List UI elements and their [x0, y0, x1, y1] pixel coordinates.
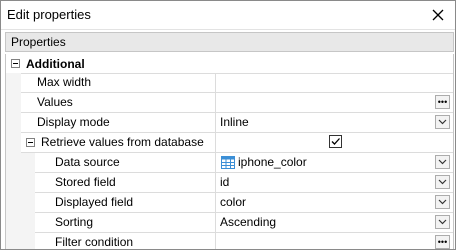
sorting-dropdown-button[interactable]: [435, 215, 450, 229]
chevron-down-icon: [438, 119, 447, 125]
property-row-sorting[interactable]: Sorting Ascending: [6, 213, 453, 233]
chevron-down-icon: [438, 219, 447, 225]
properties-header-label: Properties: [11, 35, 66, 49]
ellipsis-icon: •••: [437, 237, 448, 247]
property-name: Stored field: [21, 173, 216, 192]
title-bar: Edit properties: [1, 1, 455, 29]
display-mode-select[interactable]: Inline: [217, 113, 453, 132]
chevron-down-icon: [438, 159, 447, 165]
property-name: Display mode: [21, 113, 216, 132]
property-name-subgroup[interactable]: Retrieve values from database: [21, 133, 216, 152]
close-button[interactable]: [421, 1, 455, 29]
property-row-display-mode[interactable]: Display mode Inline: [6, 113, 453, 133]
title-separator: [1, 29, 455, 30]
filter-condition-field[interactable]: •••: [217, 233, 453, 249]
retrieve-values-checkbox[interactable]: [329, 135, 342, 148]
property-value: Inline: [220, 115, 249, 129]
values-field[interactable]: •••: [217, 93, 453, 112]
data-source-dropdown-button[interactable]: [435, 155, 450, 169]
property-row-values[interactable]: Values •••: [6, 93, 453, 113]
close-icon: [432, 9, 444, 21]
property-row-stored-field[interactable]: Stored field id: [6, 173, 453, 193]
edit-properties-dialog: Edit properties Properties Additional Ma…: [0, 0, 456, 250]
property-grid: Additional Max width Values ••• Display …: [5, 54, 454, 249]
property-value: Ascending: [220, 215, 277, 229]
checkbox-checked-icon: [331, 138, 340, 145]
property-value: color: [220, 195, 247, 209]
properties-header: Properties: [5, 32, 454, 52]
display-mode-dropdown-button[interactable]: [435, 115, 450, 129]
group-additional[interactable]: Additional: [6, 54, 453, 74]
stored-field-select[interactable]: id: [217, 173, 453, 192]
sorting-select[interactable]: Ascending: [217, 213, 453, 232]
max-width-input[interactable]: [217, 73, 453, 92]
property-value: iphone_color: [238, 155, 307, 169]
collapse-toggle-icon[interactable]: [26, 138, 35, 147]
displayed-field-dropdown-button[interactable]: [435, 195, 450, 209]
property-name: Sorting: [21, 213, 216, 232]
retrieve-values-field: [217, 133, 453, 152]
property-row-data-source[interactable]: Data source iphone_color: [6, 153, 453, 173]
property-name: Retrieve values from database: [41, 135, 204, 149]
values-ellipsis-button[interactable]: •••: [435, 95, 450, 109]
property-name: Max width: [21, 73, 216, 92]
table-icon: [221, 156, 235, 169]
ellipsis-icon: •••: [437, 97, 448, 107]
property-row-displayed-field[interactable]: Displayed field color: [6, 193, 453, 213]
property-name: Values: [21, 93, 216, 112]
property-name: Data source: [21, 153, 216, 172]
data-source-select[interactable]: iphone_color: [217, 153, 453, 172]
property-name: Filter condition: [21, 233, 216, 249]
displayed-field-select[interactable]: color: [217, 193, 453, 212]
property-value: id: [220, 175, 230, 189]
window-title: Edit properties: [7, 7, 91, 22]
property-name: Displayed field: [21, 193, 216, 212]
property-row-retrieve-values[interactable]: Retrieve values from database: [6, 133, 453, 153]
filter-condition-ellipsis-button[interactable]: •••: [435, 235, 450, 249]
stored-field-dropdown-button[interactable]: [435, 175, 450, 189]
chevron-down-icon: [438, 199, 447, 205]
property-row-max-width[interactable]: Max width: [6, 73, 453, 93]
collapse-toggle-icon[interactable]: [11, 59, 20, 68]
property-row-filter-condition[interactable]: Filter condition •••: [6, 233, 453, 249]
chevron-down-icon: [438, 179, 447, 185]
group-label: Additional: [26, 57, 85, 71]
